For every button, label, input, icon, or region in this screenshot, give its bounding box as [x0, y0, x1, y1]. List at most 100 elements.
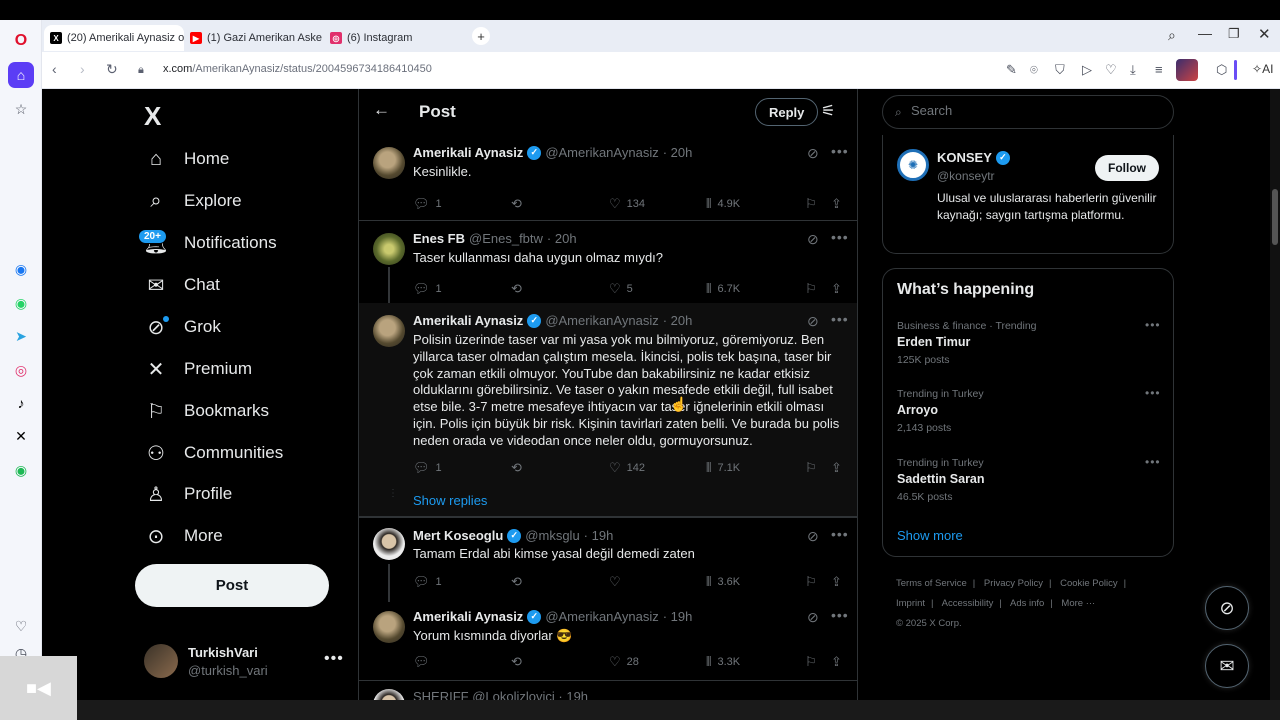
share-action[interactable]: ⇪ [831, 574, 842, 590]
timestamp[interactable]: · 19h [584, 528, 614, 543]
telegram-icon[interactable]: ➤ [8, 323, 34, 349]
opera-logo-icon[interactable]: O [8, 28, 34, 54]
views-action[interactable]: ⫴ 6.7K [706, 281, 740, 297]
timestamp[interactable]: · 20h [663, 145, 693, 160]
trend-item[interactable]: Business & finance · Trending Erden Timu… [897, 318, 1161, 372]
author-name[interactable]: Mert Koseoglu [413, 528, 503, 543]
avatar[interactable] [373, 689, 405, 700]
grok-fab-button[interactable]: ⊘ [1205, 586, 1249, 630]
grok-icon[interactable]: ⊘ [807, 313, 819, 330]
author-name[interactable]: Enes FB [413, 231, 465, 246]
play-icon[interactable]: ▷ [1082, 62, 1092, 78]
heart-icon[interactable]: ♡ [1105, 62, 1117, 78]
views-action[interactable]: ⫴ 4.9K [706, 196, 740, 212]
more-icon[interactable]: ••• [831, 229, 849, 245]
more-icon[interactable]: ••• [831, 143, 849, 159]
avatar[interactable]: ✺ [897, 149, 929, 181]
grok-icon[interactable]: ⊘ [807, 528, 819, 545]
like-action[interactable]: ♡ 142 [609, 460, 645, 476]
author-name[interactable]: Amerikali Aynasiz [413, 609, 523, 624]
account-handle[interactable]: @konseytr [937, 169, 995, 183]
timestamp[interactable]: · 19h [663, 609, 693, 624]
nav-grok[interactable]: ⊘ Grok [144, 307, 221, 347]
new-tab-button[interactable]: + [472, 27, 490, 45]
nav-profile[interactable]: ♙ Profile [144, 474, 232, 514]
reply-action[interactable]: 💬︎ 1 [413, 574, 442, 590]
avatar[interactable] [373, 147, 405, 179]
like-action[interactable]: ♡ [609, 574, 627, 590]
reply-tweet[interactable]: Amerikali Aynasiz ✓ @AmerikanAynasiz · 1… [359, 599, 857, 681]
search-box[interactable]: ⌕ [882, 95, 1174, 129]
nav-notifications[interactable]: 🔔︎20+ Notifications [138, 223, 277, 263]
reply-button[interactable]: Reply [755, 98, 819, 126]
avatar[interactable] [373, 611, 405, 643]
reply-action[interactable]: 💬︎ [413, 654, 436, 670]
minimize-button[interactable]: — [1198, 25, 1212, 41]
reply-action[interactable]: 💬︎ 1 [413, 281, 442, 297]
author-handle[interactable]: @mksglu [525, 528, 579, 543]
tab-x-post[interactable]: X (20) Amerikali Aynasiz on [44, 25, 184, 51]
nav-explore[interactable]: ⌕ Explore [144, 181, 241, 221]
spotify-icon[interactable]: ◉ [8, 457, 34, 483]
nav-bookmarks[interactable]: ⚐ Bookmarks [144, 391, 269, 431]
workspace-home-icon[interactable]: ⌂ [8, 62, 34, 88]
timestamp[interactable]: · 20h [547, 231, 577, 246]
grok-icon[interactable]: ⊘ [807, 609, 819, 626]
x-icon[interactable]: ✕ [8, 423, 34, 449]
bookmark-action[interactable]: ⚐ [805, 654, 817, 670]
more-icon[interactable]: ••• [1145, 318, 1161, 332]
reply-action[interactable]: 💬︎ 1 [413, 196, 442, 212]
avatar[interactable] [373, 233, 405, 265]
account-switcher[interactable]: TurkishVari @turkish_vari ••• [144, 642, 349, 682]
reply-action[interactable]: 💬︎ 1 [413, 460, 442, 476]
more-icon[interactable]: ••• [831, 526, 849, 542]
search-input[interactable] [911, 103, 1161, 118]
retweet-action[interactable]: ⟲ [511, 574, 528, 590]
trend-item[interactable]: Trending in Turkey Sadettin Saran 46.5K … [897, 455, 1161, 509]
forward-icon[interactable]: › [80, 61, 85, 77]
url-field[interactable]: x.com/AmerikanAynasiz/status/20045967341… [163, 63, 432, 75]
download-icon[interactable]: ⤓ [1130, 62, 1136, 78]
nav-premium[interactable]: ✕ Premium [144, 349, 252, 389]
footer-link[interactable]: More ··· [1061, 598, 1095, 609]
account-name[interactable]: KONSEY ✓ [937, 150, 1010, 165]
back-arrow-icon[interactable]: ← [373, 100, 390, 120]
menu-icon[interactable]: ≡ [1155, 62, 1163, 77]
more-icon[interactable]: ••• [831, 311, 849, 327]
like-action[interactable]: ♡ 28 [609, 654, 639, 670]
show-replies-link[interactable]: Show replies [413, 493, 487, 508]
views-action[interactable]: ⫴ 7.1K [706, 460, 740, 476]
trend-item[interactable]: Trending in Turkey Arroyo 2,143 posts ••… [897, 386, 1161, 440]
page-scrollbar[interactable] [1270, 89, 1280, 700]
back-icon[interactable]: ‹ [52, 61, 57, 77]
bookmark-action[interactable]: ⚐ [805, 196, 817, 212]
instagram-icon[interactable]: ◎ [8, 357, 34, 383]
share-action[interactable]: ⇪ [831, 196, 842, 212]
more-icon[interactable]: ••• [1145, 386, 1161, 400]
shield-icon[interactable]: ⛉ [1055, 62, 1065, 78]
tiktok-icon[interactable]: ♪ [8, 390, 34, 416]
nav-more[interactable]: ⊙ More [144, 516, 223, 556]
star-icon[interactable]: ☆ [8, 96, 34, 122]
messages-fab-button[interactable]: ✉ [1205, 644, 1249, 688]
footer-link[interactable]: Cookie Policy [1060, 578, 1118, 589]
avatar[interactable] [373, 315, 405, 347]
show-more-link[interactable]: Show more [897, 528, 963, 543]
cube-icon[interactable]: ⬡ [1216, 62, 1227, 78]
more-icon[interactable]: ••• [324, 650, 344, 668]
reply-tweet[interactable]: Amerikali Aynasiz ✓ @AmerikanAynasiz · 2… [359, 303, 857, 517]
more-icon[interactable]: ••• [831, 607, 849, 623]
reply-tweet[interactable]: Amerikali Aynasiz ✓ @AmerikanAynasiz · 2… [359, 135, 857, 221]
footer-link[interactable]: Accessibility [942, 598, 994, 609]
bookmark-action[interactable]: ⚐ [805, 574, 817, 590]
share-action[interactable]: ⇪ [831, 281, 842, 297]
x-logo[interactable]: X [144, 101, 161, 132]
close-window-button[interactable]: ✕ [1258, 25, 1271, 43]
tab-search-icon[interactable]: ⌕ [1168, 27, 1176, 44]
reply-tweet[interactable]: SHERIFF @Lokolizlovici · 19h [359, 681, 857, 700]
author-handle[interactable]: @Enes_fbtw [469, 231, 543, 246]
reload-icon[interactable]: ↻ [106, 61, 118, 78]
nav-chat[interactable]: ✉ Chat [144, 265, 220, 305]
author-handle[interactable]: @AmerikanAynasiz [545, 313, 658, 328]
more-icon[interactable]: ••• [1145, 455, 1161, 469]
